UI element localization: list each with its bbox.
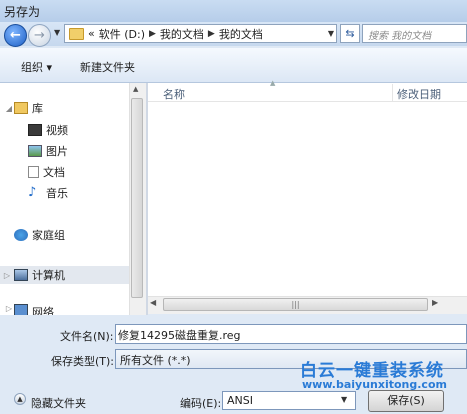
nav-item-label: 网络 bbox=[32, 306, 54, 315]
breadcrumb-separator-icon[interactable]: ▶ bbox=[149, 29, 156, 39]
command-toolbar bbox=[0, 48, 467, 83]
recent-locations-button[interactable]: ▼ bbox=[54, 28, 62, 40]
scroll-right-icon[interactable]: ▶ bbox=[432, 298, 438, 307]
nav-item-library[interactable]: ◢ 库 bbox=[4, 99, 43, 117]
back-button[interactable]: ← bbox=[4, 24, 27, 47]
document-icon bbox=[28, 166, 39, 178]
filename-label: 文件名(N): bbox=[60, 330, 114, 343]
folder-icon bbox=[69, 27, 84, 40]
music-icon: ♪ bbox=[28, 185, 37, 200]
nav-item-music[interactable]: ▷ ♪ 音乐 bbox=[18, 184, 68, 202]
nav-item-network[interactable]: ▷ 网络 bbox=[4, 304, 54, 315]
search-input[interactable]: 搜索 我的文档 bbox=[362, 24, 467, 43]
breadcrumb-prefix[interactable]: « bbox=[88, 27, 95, 40]
nav-item-video[interactable]: ▷ 视频 bbox=[18, 121, 68, 139]
navigation-scroll-thumb[interactable] bbox=[131, 98, 143, 298]
column-header-date[interactable]: 修改日期 bbox=[397, 86, 441, 102]
nav-item-label: 文档 bbox=[43, 166, 65, 179]
encoding-select[interactable]: ANSI bbox=[222, 391, 356, 410]
breadcrumb-separator-icon[interactable]: ▶ bbox=[208, 29, 215, 39]
address-dropdown-icon[interactable]: ▼ bbox=[325, 26, 337, 41]
forward-arrow-icon: → bbox=[34, 28, 45, 43]
nav-item-pictures[interactable]: ▷ 图片 bbox=[18, 142, 68, 160]
nav-item-computer[interactable]: ▷ 计算机 bbox=[0, 266, 129, 284]
column-divider[interactable] bbox=[392, 84, 393, 101]
nav-item-label: 图片 bbox=[46, 145, 68, 158]
breadcrumb-item-drive[interactable]: 软件 (D:) bbox=[99, 26, 145, 42]
filename-input[interactable]: 修复14295磁盘重复.reg bbox=[115, 324, 467, 344]
homegroup-icon bbox=[14, 229, 28, 241]
nav-item-label: 音乐 bbox=[46, 187, 68, 200]
nav-item-label: 家庭组 bbox=[32, 229, 65, 242]
new-folder-button[interactable]: 新建文件夹 bbox=[80, 59, 135, 75]
encoding-dropdown-icon[interactable]: ▼ bbox=[341, 395, 347, 404]
save-button[interactable]: 保存(S) bbox=[368, 390, 444, 412]
scroll-up-icon[interactable]: ▲ bbox=[133, 85, 138, 93]
file-list[interactable] bbox=[148, 83, 467, 296]
title-bar bbox=[0, 0, 467, 22]
organize-button[interactable]: 组织 ▾ bbox=[21, 59, 52, 75]
expand-arrow-icon[interactable]: ▷ bbox=[0, 271, 14, 280]
breadcrumb-item-docs-current[interactable]: 我的文档 bbox=[219, 26, 263, 42]
address-bar[interactable]: « 软件 (D:) ▶ 我的文档 ▶ 我的文档 bbox=[64, 24, 337, 43]
picture-icon bbox=[28, 145, 42, 157]
video-icon bbox=[28, 124, 42, 136]
encoding-label: 编码(E): bbox=[180, 397, 222, 410]
expand-arrow-icon[interactable]: ▷ bbox=[4, 304, 14, 313]
network-icon bbox=[14, 304, 28, 315]
computer-icon bbox=[14, 269, 28, 281]
window-title: 另存为 bbox=[4, 5, 41, 19]
refresh-button[interactable]: ⇆ bbox=[340, 24, 360, 43]
refresh-icon: ⇆ bbox=[345, 27, 355, 40]
scroll-left-icon[interactable]: ◀ bbox=[150, 298, 156, 307]
nav-item-label: 计算机 bbox=[32, 269, 65, 282]
column-header-name[interactable]: 名称 bbox=[163, 86, 185, 102]
forward-button[interactable]: → bbox=[28, 24, 51, 47]
nav-item-homegroup[interactable]: ▷ 家庭组 bbox=[4, 226, 65, 244]
nav-item-documents[interactable]: ▷ 文档 bbox=[18, 163, 65, 181]
breadcrumb-item-docs[interactable]: 我的文档 bbox=[160, 26, 204, 42]
library-icon bbox=[14, 102, 28, 114]
hide-folders-label[interactable]: 隐藏文件夹 bbox=[31, 395, 86, 411]
sort-indicator-icon: ▲ bbox=[270, 79, 276, 87]
back-arrow-icon: ← bbox=[10, 28, 21, 43]
nav-item-label: 库 bbox=[32, 102, 43, 115]
horizontal-scroll-thumb[interactable]: ||| bbox=[163, 298, 428, 311]
collapse-arrow-icon[interactable]: ◢ bbox=[4, 104, 14, 113]
filetype-label: 保存类型(T): bbox=[51, 355, 115, 368]
hide-folders-toggle-icon[interactable]: ▲ bbox=[14, 393, 26, 405]
nav-item-label: 视频 bbox=[46, 124, 68, 137]
